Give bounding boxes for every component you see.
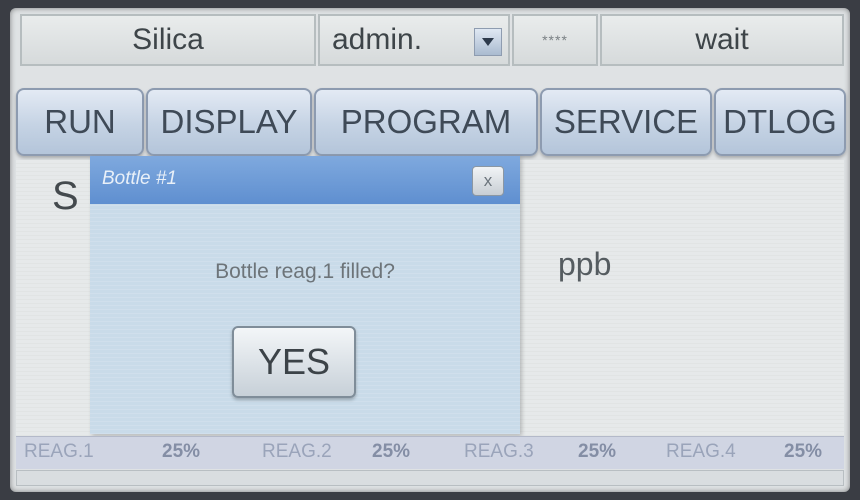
yes-button[interactable]: YES	[232, 326, 356, 398]
reagent-status-bar: REAG.1 25% REAG.2 25% REAG.3 25% REAG.4 …	[16, 436, 844, 469]
measurement-unit: ppb	[558, 246, 612, 282]
dialog-titlebar: Bottle #1 x	[90, 156, 520, 204]
reagent-1-label: REAG.1	[24, 441, 94, 462]
reagent-4-label: REAG.4	[666, 441, 736, 462]
bottle-dialog: Bottle #1 x Bottle reag.1 filled? YES	[90, 156, 520, 434]
tab-dtlog[interactable]: DTLOG	[714, 88, 846, 156]
message-strip	[16, 470, 844, 486]
reagent-1-level: 25%	[162, 441, 201, 462]
password-field[interactable]: ****	[512, 14, 598, 66]
tab-service[interactable]: SERVICE	[540, 88, 712, 156]
chevron-down-icon[interactable]	[474, 28, 502, 56]
dialog-title: Bottle #1	[102, 168, 177, 189]
product-name: Silica	[20, 14, 316, 66]
reagent-2-label: REAG.2	[262, 441, 332, 462]
close-icon[interactable]: x	[472, 166, 504, 196]
touch-screen: Silica admin. **** wait RUN DISPLAY PROG…	[10, 8, 850, 492]
status-display: wait	[600, 14, 844, 66]
tab-display[interactable]: DISPLAY	[146, 88, 312, 156]
reagent-3-label: REAG.3	[464, 441, 534, 462]
reagent-2-level: 25%	[372, 441, 411, 462]
reagent-3-level: 25%	[578, 441, 617, 462]
tab-run[interactable]: RUN	[16, 88, 144, 156]
user-value: admin.	[332, 23, 423, 56]
tab-program[interactable]: PROGRAM	[314, 88, 538, 156]
reagent-4-level: 25%	[784, 441, 823, 462]
parameter-letter: S	[52, 174, 79, 218]
dialog-message: Bottle reag.1 filled?	[215, 260, 395, 283]
